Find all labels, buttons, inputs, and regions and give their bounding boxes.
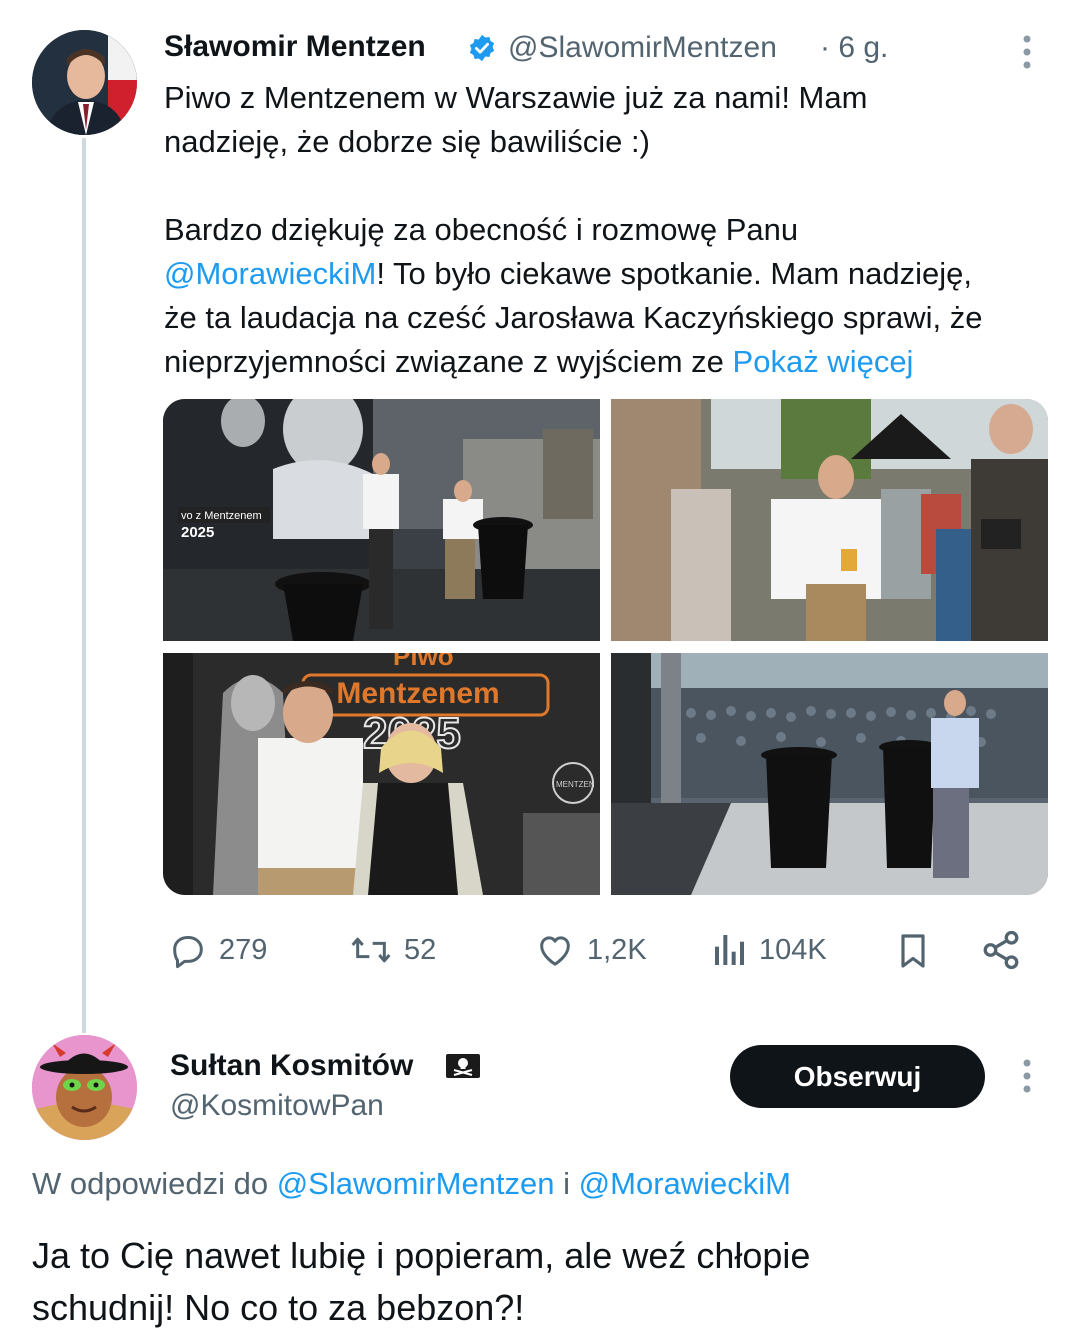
media-photo-2[interactable] [611,399,1048,641]
retweet-button[interactable]: 52 [348,930,436,970]
reply-text-line: Ja to Cię nawet lubię i popieram, ale we… [32,1235,811,1276]
reply-count: 279 [219,933,268,966]
media-photo-1[interactable]: vo z Mentzenem 2025 [163,399,600,641]
in-reply-user-link[interactable]: @MorawieckiM [579,1166,791,1201]
follow-button[interactable]: Obserwuj [730,1045,985,1108]
reply-author-name[interactable]: Sułtan Kosmitów [170,1049,413,1083]
reply-icon [173,936,203,969]
share-icon[interactable] [980,929,1022,976]
screen-text: 2025 [181,524,214,541]
tweet-text-fragment: ! To było ciekawe spotkanie. Mam nadziej… [376,256,972,291]
mention-link[interactable]: @MorawieckiM [164,256,376,291]
author-name[interactable]: Sławomir Mentzen [164,30,426,64]
reply-author-avatar[interactable] [32,1035,137,1140]
tweet-text-line: nadzieję, że dobrze się bawiliście :) [164,124,650,159]
tweet-text-fragment: nieprzyjemności związane z wyjściem ze [164,344,733,379]
more-options-icon[interactable] [1014,34,1040,75]
screen-text: vo z Mentzenem [181,510,262,522]
author-handle[interactable]: @SlawomirMentzen [508,31,777,65]
like-icon [540,936,570,966]
like-button[interactable]: 1,2K [533,930,647,970]
reply-text-line: schudnij! No co to za bebzon?! [32,1287,525,1328]
tweet-text-line: Bardzo dziękuję za obecność i rozmowę Pa… [164,212,799,247]
in-reply-conjunction: i [554,1166,579,1201]
like-count: 1,2K [587,933,647,966]
badge-text: MENTZEN [556,780,595,789]
media-photo-3[interactable]: Piwo z Mentzenem 2025 MENTZEN [163,653,600,895]
more-options-icon[interactable] [1014,1058,1040,1099]
retweet-icon [351,937,391,963]
views-button[interactable]: 104K [711,930,827,970]
in-reply-user-link[interactable]: @SlawomirMentzen [277,1166,555,1201]
retweet-count: 52 [404,933,437,966]
reply-button[interactable]: 279 [167,930,267,970]
tweet-text-line: Piwo z Mentzenem w Warszawie już za nami… [164,80,868,115]
media-photo-4[interactable] [611,653,1048,895]
in-reply-to: W odpowiedzi do @SlawomirMentzen i @Mora… [32,1166,791,1202]
show-more-link[interactable]: Pokaż więcej [733,344,914,379]
pirate-flag-icon [445,1053,481,1084]
banner-text: z Mentzenem [313,677,500,710]
tweet-text-line: @MorawieckiM! To było ciekawe spotkanie.… [164,252,972,296]
author-avatar[interactable] [32,30,137,135]
banner-text: Piwo [393,653,454,671]
reply-author-handle[interactable]: @KosmitowPan [170,1089,384,1123]
views-count: 104K [759,933,827,966]
bookmark-icon[interactable] [893,930,933,977]
in-reply-prefix: W odpowiedzi do [32,1166,277,1201]
tweet-time[interactable]: · 6 g. [820,31,888,65]
tweet-text-line: nieprzyjemności związane z wyjściem ze P… [164,340,913,384]
tweet-text-line: że ta laudacja na cześć Jarosława Kaczyń… [164,300,983,335]
thread-connector-line [82,138,86,1033]
verified-badge-icon [467,33,497,68]
views-icon [715,935,744,965]
